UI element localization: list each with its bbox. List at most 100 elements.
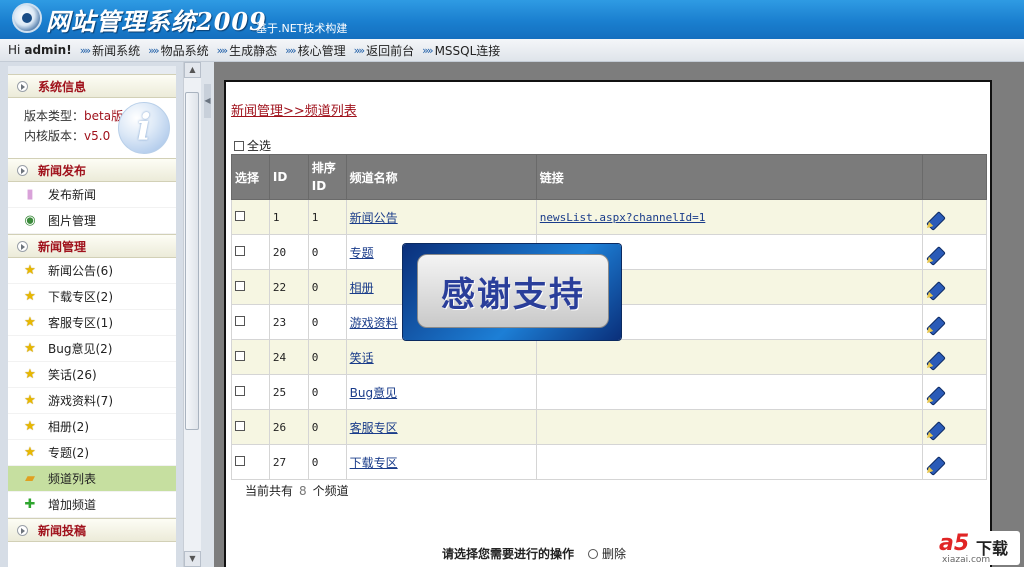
system-info-box: 版本类型：beta版 内核版本：v5.0 i (8, 98, 176, 158)
edit-pen-icon[interactable] (926, 275, 948, 297)
sidebar-item-download-zone[interactable]: ★ 下载专区(2) (8, 284, 176, 310)
row-id: 26 (268, 409, 309, 445)
circle-arrow-icon (17, 240, 28, 252)
double-chevron-icon: »» (353, 43, 366, 57)
operation-bar: 请选择您需要进行的操作 删除 (442, 545, 626, 562)
greeting: Hi (8, 43, 21, 57)
row-checkbox[interactable] (235, 421, 245, 431)
edit-pen-icon[interactable] (926, 380, 948, 402)
scroll-down-arrow-icon[interactable]: ▼ (184, 551, 201, 567)
row-checkbox[interactable] (235, 246, 245, 256)
thanks-banner: 感谢支持 (403, 244, 621, 340)
sidebar-item-news-announcement[interactable]: ★ 新闻公告(6) (8, 258, 176, 284)
frame-splitter[interactable]: ◀ (201, 62, 214, 567)
sidebar-item-topics[interactable]: ★ 专题(2) (8, 440, 176, 466)
sidebar-item-add-channel[interactable]: ✚ 增加频道 (8, 492, 176, 518)
sidebar-scrollbar[interactable]: ▲ ▼ (183, 62, 201, 567)
sidebar-item-label: 游戏资料(7) (48, 394, 113, 408)
scroll-up-arrow-icon[interactable]: ▲ (184, 62, 201, 78)
top-nav: Hi admin! »» 新闻系统 »» 物品系统 »» 生成静态 »» 核心管… (0, 39, 1024, 62)
row-sort: 1 (307, 199, 347, 235)
sidebar-item-jokes[interactable]: ★ 笑话(26) (8, 362, 176, 388)
star-icon: ★ (24, 341, 36, 356)
row-checkbox[interactable] (235, 386, 245, 396)
row-checkbox[interactable] (235, 316, 245, 326)
row-checkbox[interactable] (235, 456, 245, 466)
app-subtitle: 基于.NET技术构建 (256, 22, 348, 35)
row-checkbox[interactable] (235, 211, 245, 221)
channel-name-link[interactable]: 客服专区 (350, 421, 398, 435)
collapse-arrow-icon[interactable]: ◀ (204, 84, 211, 118)
double-chevron-icon: »» (285, 43, 297, 57)
app-logo-icon (12, 3, 42, 33)
circle-arrow-icon (17, 524, 28, 536)
select-all-label: 全选 (247, 139, 272, 153)
sidebar-item-service-zone[interactable]: ★ 客服专区(1) (8, 310, 176, 336)
channel-name-link[interactable]: 下载专区 (350, 456, 398, 470)
col-sort-id: 排序ID (307, 154, 347, 200)
scrollbar-thumb[interactable] (185, 92, 199, 430)
section-news-management[interactable]: 新闻管理 (8, 234, 176, 258)
open-folder-icon: ▰ (25, 471, 35, 486)
channel-name-link[interactable]: 专题 (350, 246, 374, 260)
channel-name-link[interactable]: 相册 (350, 281, 374, 295)
sidebar-top-strip (8, 66, 176, 74)
nav-news-system[interactable]: 新闻系统 (92, 42, 140, 59)
username: admin! (24, 43, 72, 57)
edit-pen-icon[interactable] (926, 240, 948, 262)
edit-pen-icon[interactable] (926, 205, 948, 227)
sidebar-item-label: 发布新闻 (48, 188, 97, 202)
row-sort: 0 (307, 374, 347, 410)
channel-name-link[interactable]: Bug意见 (350, 386, 397, 400)
nav-mssql-connect[interactable]: MSSQL连接 (435, 42, 501, 59)
table-row: 27 0 下载专区 (231, 444, 987, 480)
section-title: 系统信息 (38, 79, 87, 94)
edit-pen-icon[interactable] (926, 450, 948, 472)
table-header-row: 选择 ID 排序ID 频道名称 链接 (231, 154, 987, 200)
star-icon: ★ (24, 367, 36, 382)
nav-back-to-front[interactable]: 返回前台 (366, 42, 414, 59)
row-id: 22 (268, 269, 309, 305)
section-title: 新闻管理 (38, 239, 87, 254)
delete-radio[interactable] (588, 548, 599, 559)
sidebar-item-picture-management[interactable]: ◉ 图片管理 (8, 208, 176, 234)
watermark-logo: a5 下载 xiazai.com (936, 531, 1020, 565)
sidebar-item-album[interactable]: ★ 相册(2) (8, 414, 176, 440)
col-edit (922, 154, 987, 200)
nav-items-system[interactable]: 物品系统 (161, 42, 209, 59)
nav-core-management[interactable]: 核心管理 (298, 42, 346, 59)
sidebar-item-channel-list[interactable]: ▰ 频道列表 (8, 466, 176, 492)
sidebar-item-publish-news[interactable]: ▮ 发布新闻 (8, 182, 176, 208)
section-system-info[interactable]: 系统信息 (8, 74, 176, 98)
row-id: 23 (268, 304, 309, 340)
nav-generate-static[interactable]: 生成静态 (229, 42, 277, 59)
section-news-submission[interactable]: 新闻投稿 (8, 518, 176, 542)
section-news-publish[interactable]: 新闻发布 (8, 158, 176, 182)
table-row: 26 0 客服专区 (231, 409, 987, 445)
star-icon: ★ (24, 445, 36, 460)
sidebar-item-label: 频道列表 (48, 472, 97, 486)
row-sort: 0 (307, 444, 347, 480)
sidebar-frame: 系统信息 版本类型：beta版 内核版本：v5.0 i 新闻发布 ▮ 发布新闻 … (0, 62, 214, 567)
section-title: 新闻投稿 (38, 523, 87, 538)
channel-url-link[interactable]: newsList.aspx?channelId=1 (540, 211, 706, 224)
select-all[interactable]: 全选 (234, 137, 271, 154)
sidebar-item-bug-feedback[interactable]: ★ Bug意见(2) (8, 336, 176, 362)
row-id: 1 (268, 199, 309, 235)
edit-pen-icon[interactable] (926, 345, 948, 367)
app-header: 网站管理系统2009 基于.NET技术构建 (0, 0, 1024, 39)
channel-name-link[interactable]: 游戏资料 (350, 316, 398, 330)
channel-name-link[interactable]: 新闻公告 (350, 211, 398, 225)
row-checkbox[interactable] (235, 281, 245, 291)
edit-pen-icon[interactable] (926, 310, 948, 332)
sidebar-item-game-info[interactable]: ★ 游戏资料(7) (8, 388, 176, 414)
breadcrumb[interactable]: 新闻管理>>频道列表 (231, 100, 357, 119)
channel-name-link[interactable]: 笑话 (350, 351, 374, 365)
watermark-brand: a5 (939, 531, 970, 556)
circle-arrow-icon (17, 80, 28, 92)
col-id: ID (268, 154, 309, 200)
row-checkbox[interactable] (235, 351, 245, 361)
watermark-site: xiazai.com (942, 555, 991, 565)
select-all-checkbox[interactable] (234, 140, 244, 151)
edit-pen-icon[interactable] (926, 415, 948, 437)
